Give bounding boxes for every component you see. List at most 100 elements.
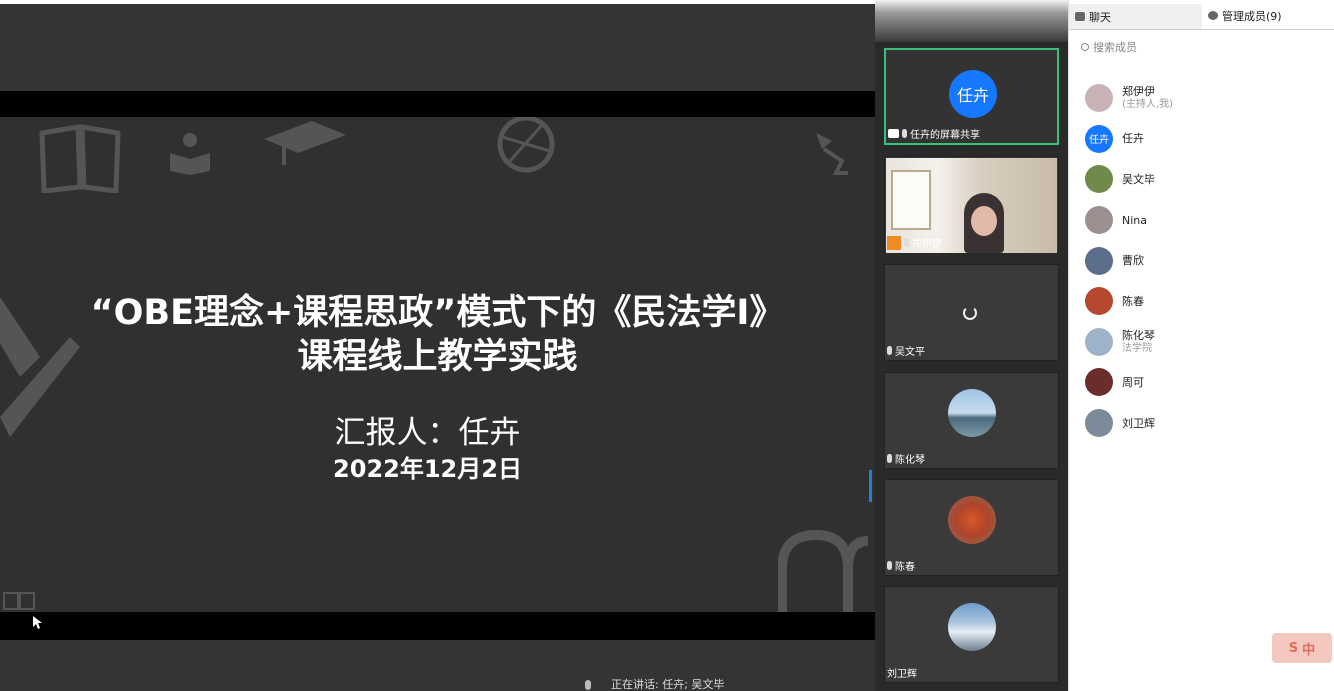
- member-text: 郑伊伊 (主持人,我): [1122, 85, 1173, 111]
- avatar: 任卉: [949, 70, 997, 118]
- avatar: [948, 603, 996, 651]
- tile-name: 刘卫辉: [887, 669, 917, 680]
- tile-name: 陈化琴: [895, 455, 925, 466]
- chat-icon: [1075, 12, 1085, 21]
- reader-icon: [170, 133, 210, 175]
- mouse-cursor-icon: [33, 616, 42, 629]
- member-text: 周可: [1122, 376, 1144, 389]
- arch-shape-icon: [778, 529, 869, 612]
- mic-icon: [904, 238, 909, 247]
- member-text: 刘卫辉: [1122, 417, 1155, 430]
- mic-icon: [585, 680, 591, 690]
- member-text: 陈化琴 法学院: [1122, 329, 1155, 355]
- video-tile[interactable]: 吴文平: [884, 264, 1059, 361]
- member-text: 任卉: [1122, 132, 1144, 145]
- slide-title: “OBE理念+课程思政”模式下的《民法学I》 课程线上教学实践: [0, 291, 875, 379]
- tab-chat[interactable]: 聊天: [1069, 4, 1202, 29]
- slide-title-line1: “OBE理念+课程思政”模式下的《民法学I》: [90, 293, 785, 333]
- meeting-window: “OBE理念+课程思政”模式下的《民法学I》 课程线上教学实践 汇报人：任卉 2…: [0, 0, 1334, 691]
- member-text: 曹欣: [1122, 254, 1144, 267]
- ime-mode-label: 中: [1302, 642, 1316, 658]
- ime-indicator[interactable]: S 中: [1272, 633, 1332, 663]
- mic-icon: [887, 454, 892, 463]
- ime-logo-icon: S: [1288, 640, 1299, 656]
- member-panel: 聊天 管理成员(9) 搜索成员 郑伊伊 (主持人,我) 任卉 任卉吴文毕 Nina 曹欣陈…: [1068, 0, 1334, 691]
- tab-members-label: 管理成员(9): [1222, 9, 1282, 23]
- member-name: 周可: [1122, 375, 1144, 389]
- tile-name: 陈春: [895, 562, 915, 573]
- member-search-input[interactable]: 搜索成员: [1081, 38, 1321, 56]
- member-name: 任卉: [1122, 132, 1144, 146]
- slide-letterbox-bottom: [0, 612, 875, 640]
- tab-members[interactable]: 管理成员(9): [1202, 4, 1334, 29]
- member-item[interactable]: 任卉 任卉: [1085, 119, 1325, 160]
- member-name: 郑伊伊: [1122, 85, 1155, 99]
- avatar: [1085, 327, 1113, 356]
- member-item[interactable]: 郑伊伊 (主持人,我): [1085, 78, 1325, 119]
- member-text: Nina: [1122, 214, 1147, 227]
- avatar: [1085, 206, 1113, 235]
- tile-name-row: 陈化琴: [887, 451, 925, 466]
- avatar: [1085, 409, 1113, 438]
- member-item[interactable]: 刘卫辉: [1085, 403, 1325, 444]
- video-tile[interactable]: 任卉 任卉的屏幕共享: [884, 48, 1059, 145]
- member-item[interactable]: Nina: [1085, 200, 1325, 241]
- camera-face: [971, 206, 997, 236]
- panel-tabs: 聊天 管理成员(9): [1069, 4, 1334, 30]
- top-band: [0, 0, 875, 4]
- member-name: 刘卫辉: [1122, 416, 1155, 430]
- screen-share-icon: [888, 129, 899, 138]
- book-icon: [39, 124, 121, 193]
- video-tile[interactable]: 陈化琴: [884, 372, 1059, 469]
- member-list: 郑伊伊 (主持人,我) 任卉 任卉吴文毕 Nina 曹欣陈春陈化琴 法学院周可刘卫辉: [1085, 78, 1325, 443]
- graduation-cap-icon: [264, 121, 346, 165]
- member-name: 陈化琴: [1122, 328, 1155, 342]
- tile-name-row: 刘卫辉: [887, 665, 917, 680]
- presentation-slide: “OBE理念+课程思政”模式下的《民法学I》 课程线上教学实践 汇报人：任卉 2…: [0, 117, 875, 612]
- speaking-indicator: 正在讲话: 任卉; 吴文毕: [585, 676, 724, 691]
- video-tile[interactable]: 陈春: [884, 479, 1059, 576]
- speaking-text: 正在讲话: 任卉; 吴文毕: [611, 678, 725, 691]
- camera-window: [891, 170, 931, 230]
- strip-header: [875, 0, 1068, 42]
- avatar: [1085, 165, 1113, 194]
- avatar: [948, 496, 996, 544]
- scroll-indicator[interactable]: [869, 470, 872, 502]
- avatar: [1085, 287, 1113, 316]
- camera-user-icon: [887, 235, 901, 250]
- member-item[interactable]: 曹欣: [1085, 240, 1325, 281]
- shared-screen-area: “OBE理念+课程思政”模式下的《民法学I》 课程线上教学实践 汇报人：任卉 2…: [0, 0, 875, 691]
- member-item[interactable]: 周可: [1085, 362, 1325, 403]
- member-item[interactable]: 陈化琴 法学院: [1085, 322, 1325, 363]
- globe-icon: [497, 117, 555, 173]
- avatar: 任卉: [1085, 124, 1113, 153]
- desk-lamp-icon: [816, 133, 848, 175]
- member-text: 陈春: [1122, 295, 1144, 308]
- slide-presenter: 汇报人：任卉: [334, 415, 521, 451]
- abc-blocks-icon: [3, 592, 35, 610]
- tile-name-row: 陈春: [887, 558, 915, 573]
- avatar: [1085, 246, 1113, 275]
- mic-icon: [887, 561, 892, 570]
- tab-chat-label: 聊天: [1089, 10, 1111, 24]
- loading-spinner-icon: [963, 306, 977, 320]
- member-text: 吴文毕: [1122, 173, 1155, 186]
- video-strip: 任卉 任卉的屏幕共享 郑伊伊 吴文平 陈化琴 陈春 刘卫辉: [875, 0, 1068, 691]
- person-icon: [1208, 11, 1218, 20]
- mic-icon: [902, 129, 907, 138]
- member-item[interactable]: 陈春: [1085, 281, 1325, 322]
- video-tile[interactable]: 刘卫辉: [884, 586, 1059, 683]
- member-subtitle: 法学院: [1122, 342, 1152, 354]
- member-item[interactable]: 吴文毕: [1085, 159, 1325, 200]
- slide-letterbox-top: [0, 91, 875, 117]
- video-tile[interactable]: 郑伊伊: [884, 156, 1059, 253]
- avatar: [1085, 84, 1113, 113]
- search-icon: [1081, 43, 1089, 51]
- avatar: [948, 389, 996, 437]
- search-placeholder: 搜索成员: [1093, 41, 1137, 54]
- avatar: [1085, 368, 1113, 397]
- member-name: 吴文毕: [1122, 172, 1155, 186]
- member-name: 陈春: [1122, 294, 1144, 308]
- mic-icon: [887, 346, 892, 355]
- tile-name-row: 郑伊伊: [887, 235, 942, 250]
